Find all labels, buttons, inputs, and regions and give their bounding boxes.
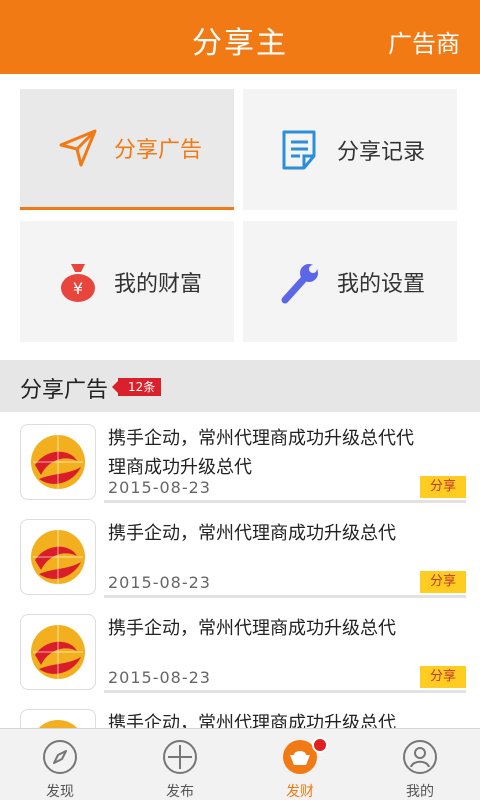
share-button[interactable]: 分享 [420,476,466,498]
plus-circle-icon [162,739,198,775]
tab-mine[interactable]: 我的 [360,729,480,800]
section-title: 分享广告 [20,378,109,403]
tile-label: 分享广告 [114,138,203,163]
tab-label: 发现 [46,784,74,800]
menu-grid: 分享广告 分享记录 ¥ 我的财富 我的设置 [0,74,480,360]
tile-share-records[interactable]: 分享记录 [243,89,457,210]
tab-label: 发布 [166,784,194,800]
svg-text:¥: ¥ [73,279,83,298]
tile-label: 我的设置 [337,271,426,297]
count-badge: 12条 [111,378,162,396]
app-header: 分享主 广告商 [0,0,480,74]
logo-thumbnail [20,424,96,500]
advertiser-link[interactable]: 广告商 [388,24,460,59]
tile-share-ads[interactable]: 分享广告 [20,89,234,210]
list-item[interactable]: 携手企动，常州代理商成功升级总代 2015-08-23 分享 [0,602,480,697]
tile-my-settings[interactable]: 我的设置 [243,221,457,342]
logo-thumbnail [20,614,96,690]
tab-publish[interactable]: 发布 [120,729,240,800]
list-item[interactable]: 携手企动，常州代理商成功升级总代 [0,697,480,728]
section-header: 分享广告 12条 [0,360,480,412]
share-button[interactable]: 分享 [420,571,466,593]
money-bag-icon: ¥ [56,260,100,304]
compass-icon [42,739,78,775]
divider [104,595,466,598]
document-icon [279,128,323,172]
paper-plane-icon [56,126,100,170]
tile-label: 我的财富 [114,271,203,297]
ad-list: 携手企动，常州代理商成功升级总代代理商成功升级总代 2015-08-23 分享 … [0,412,480,728]
item-title: 携手企动，常州代理商成功升级总代代理商成功升级总代 [108,428,414,478]
tab-label: 发财 [286,784,314,800]
item-date: 2015-08-23 [108,668,211,687]
item-title: 携手企动，常州代理商成功升级总代 [108,523,396,544]
list-item[interactable]: 携手企动，常州代理商成功升级总代 2015-08-23 分享 [0,507,480,602]
tile-label: 分享记录 [337,139,426,165]
tile-my-wealth[interactable]: ¥ 我的财富 [20,221,234,342]
share-button[interactable]: 分享 [420,666,466,688]
item-date: 2015-08-23 [108,573,211,592]
tab-discover[interactable]: 发现 [0,729,120,800]
logo-thumbnail [20,709,96,728]
item-title: 携手企动，常州代理商成功升级总代 [108,713,396,728]
notification-dot [312,737,328,753]
divider [104,690,466,693]
list-item[interactable]: 携手企动，常州代理商成功升级总代代理商成功升级总代 2015-08-23 分享 [0,412,480,507]
item-title: 携手企动，常州代理商成功升级总代 [108,618,396,639]
bottom-tab-bar: 发现 发布 发财 我的 [0,728,480,800]
item-date: 2015-08-23 [108,478,211,497]
divider [104,500,466,503]
wrench-icon [279,260,323,304]
tab-label: 我的 [406,784,434,800]
logo-thumbnail [20,519,96,595]
tab-fortune[interactable]: 发财 [240,729,360,800]
user-icon [402,739,438,775]
